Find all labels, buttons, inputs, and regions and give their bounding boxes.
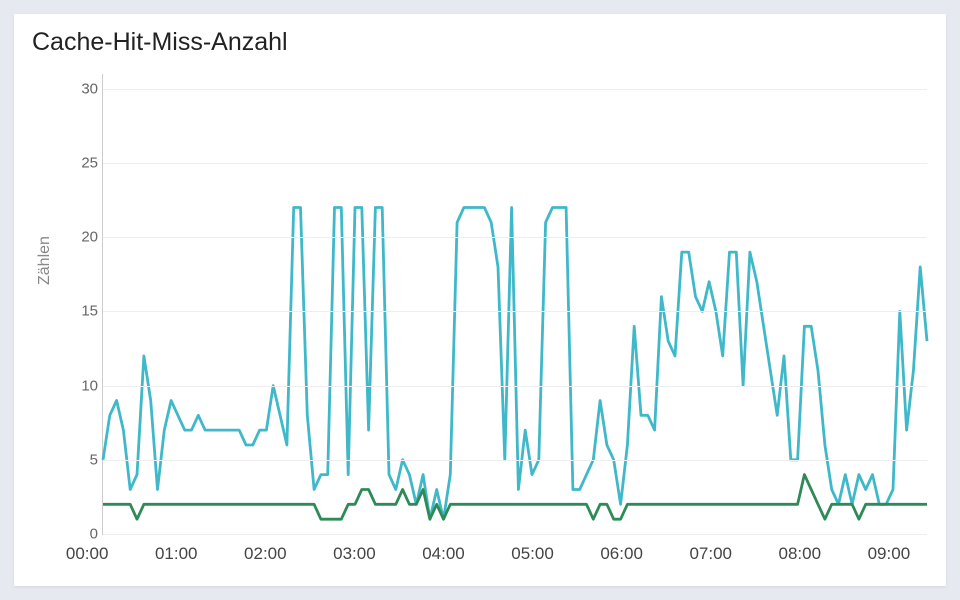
x-tick: 02:00 — [244, 544, 287, 564]
y-axis-label: Zählen — [36, 236, 54, 285]
y-tick: 30 — [68, 80, 98, 97]
chart-panel: Cache-Hit-Miss-Anzahl Zählen 0 5 10 15 20 25 3… — [14, 14, 946, 586]
line-svg — [103, 74, 927, 534]
x-tick: 07:00 — [689, 544, 732, 564]
y-tick: 0 — [68, 526, 98, 543]
x-tick: 01:00 — [155, 544, 198, 564]
y-tick: 5 — [68, 451, 98, 468]
x-tick: 00:00 — [66, 544, 109, 564]
y-tick: 25 — [68, 155, 98, 172]
x-tick: 03:00 — [333, 544, 376, 564]
y-tick: 15 — [68, 303, 98, 320]
plot-area[interactable] — [102, 74, 927, 535]
series-misses — [103, 475, 927, 520]
x-tick: 08:00 — [779, 544, 822, 564]
series-hits — [103, 208, 927, 520]
chart-title: Cache-Hit-Miss-Anzahl — [32, 28, 288, 57]
x-tick: 06:00 — [600, 544, 643, 564]
x-tick: 05:00 — [511, 544, 554, 564]
y-tick: 20 — [68, 229, 98, 246]
x-tick: 09:00 — [868, 544, 911, 564]
chart-area: Zählen 0 5 10 15 20 25 30 00:00 01:00 02:00 03:00… — [14, 64, 946, 584]
x-tick: 04:00 — [422, 544, 465, 564]
y-tick: 10 — [68, 377, 98, 394]
